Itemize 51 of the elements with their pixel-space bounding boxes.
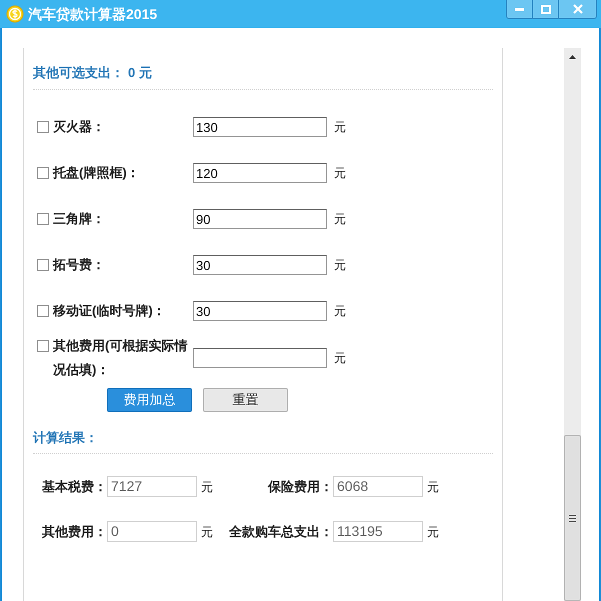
unit-label: 元 [334, 350, 346, 367]
unit-label: 元 [201, 524, 213, 540]
unit-label: 元 [427, 524, 439, 540]
section-heading: 其他可选支出： [33, 64, 124, 82]
checkbox[interactable] [37, 305, 49, 317]
result-label: 其他费用： [42, 522, 107, 541]
checkbox[interactable] [37, 167, 49, 179]
amount-field[interactable]: 30 [193, 301, 327, 321]
result-field[interactable]: 113195 [333, 521, 423, 542]
unit-label: 元 [334, 165, 346, 182]
item-label: 其他费用(可根据实际情况估填)： [53, 337, 188, 379]
checkbox[interactable] [37, 121, 49, 133]
item-label: 灭火器： [53, 118, 105, 136]
unit-label: 元 [334, 303, 346, 320]
result-label: 基本税费： [42, 478, 107, 496]
expense-total: 0 元 [128, 64, 152, 82]
minimize-button[interactable] [506, 0, 533, 19]
window-title: 汽车贷款计算器2015 [28, 4, 158, 24]
unit-label: 元 [427, 478, 439, 496]
amount-field[interactable]: 130 [193, 117, 327, 137]
arrow-up-icon [569, 54, 576, 58]
result-field[interactable]: 0 [107, 521, 197, 542]
item-label: 三角牌： [53, 210, 105, 228]
minimize-icon [515, 8, 524, 10]
unit-label: 元 [334, 257, 346, 274]
result-label: 全款购车总支出： [229, 522, 333, 541]
result-field[interactable]: 7127 [107, 476, 197, 497]
item-label: 托盘(牌照框)： [53, 164, 140, 182]
result-label: 保险费用： [268, 478, 333, 496]
amount-field[interactable] [193, 348, 327, 368]
unit-label: 元 [334, 119, 346, 136]
maximize-button[interactable] [533, 0, 559, 19]
unit-label: 元 [334, 211, 346, 228]
reset-button[interactable]: 重置 [203, 388, 288, 412]
result-field[interactable]: 6068 [333, 476, 423, 497]
grip-icon [569, 514, 576, 522]
item-label: 移动证(临时号牌)： [53, 302, 166, 320]
checkbox[interactable] [37, 340, 49, 352]
amount-field[interactable]: 120 [193, 163, 327, 183]
checkbox[interactable] [37, 259, 49, 271]
unit-label: 元 [201, 478, 213, 496]
item-label: 拓号费： [53, 256, 105, 274]
close-button[interactable] [559, 0, 597, 19]
close-icon [572, 4, 582, 14]
amount-field[interactable]: 90 [193, 209, 327, 229]
coin-icon [6, 5, 24, 23]
section-heading: 计算结果： [33, 429, 99, 446]
maximize-icon [540, 4, 550, 14]
scroll-thumb[interactable] [564, 435, 581, 601]
checkbox[interactable] [37, 213, 49, 225]
amount-field[interactable]: 30 [193, 255, 327, 275]
